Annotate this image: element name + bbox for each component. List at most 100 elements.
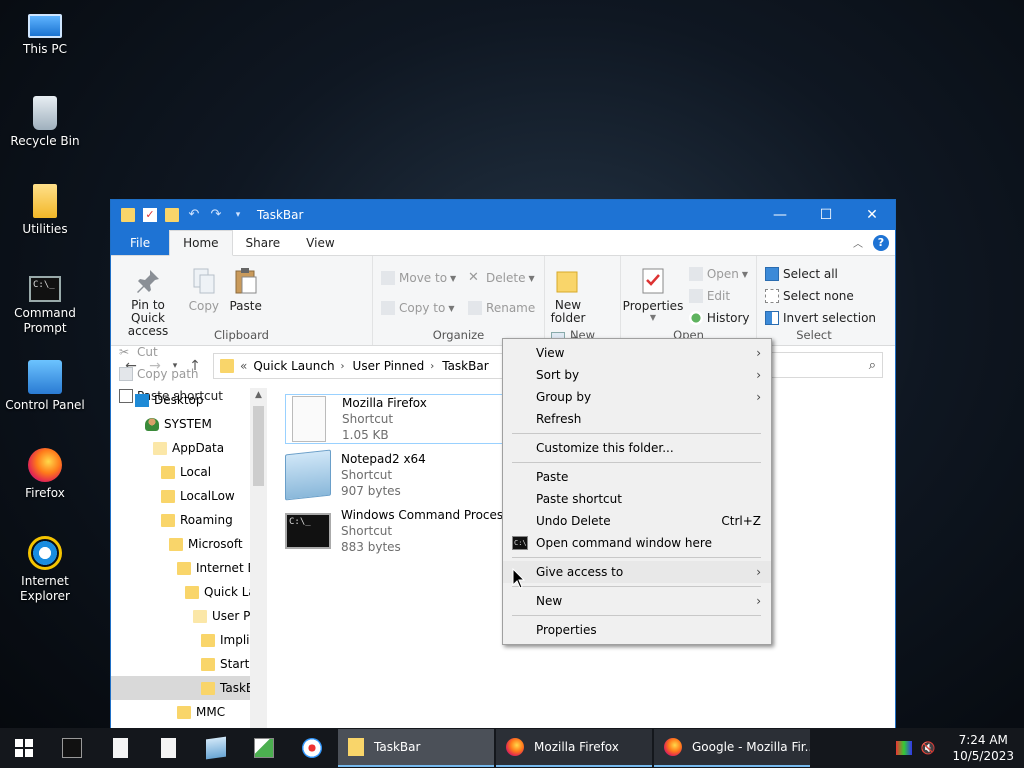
new-folder-button[interactable]: New folder	[549, 266, 587, 325]
desktop-icon-recycle-bin[interactable]: Recycle Bin	[2, 96, 88, 149]
volume-muted-icon[interactable]: 🔇	[920, 741, 936, 755]
menu-item-new[interactable]: New ›	[503, 590, 771, 612]
tree-item-locallow[interactable]: LocalLow	[111, 484, 267, 508]
move-to-button[interactable]: Move to ▼	[381, 270, 456, 286]
breadcrumb-separator-icon[interactable]: ›	[430, 361, 434, 372]
select-all-button[interactable]: Select all	[765, 266, 876, 282]
tree-item-roaming[interactable]: Roaming	[111, 508, 267, 532]
properties-check-icon[interactable]: ✓	[143, 208, 157, 222]
undo-icon[interactable]: ↶	[187, 208, 201, 222]
desktop-icon-firefox[interactable]: Firefox	[2, 448, 88, 501]
menu-item-open-command-window[interactable]: C:\ Open command window here	[503, 532, 771, 554]
tree-item-implicit[interactable]: Implic	[111, 628, 267, 652]
tab-home[interactable]: Home	[169, 230, 233, 256]
taskbar-app-label: TaskBar	[374, 740, 421, 754]
search-box[interactable]: ⌕	[768, 352, 883, 378]
taskbar-pin-document-2[interactable]	[144, 728, 192, 768]
keyboard-shortcut: Ctrl+Z	[721, 514, 761, 528]
tree-item-system[interactable]: SYSTEM	[111, 412, 267, 436]
tree-item-desktop[interactable]: Desktop	[111, 388, 267, 412]
scrollbar-thumb[interactable]	[253, 406, 264, 486]
tree-item-internet-explorer[interactable]: Internet Ex	[111, 556, 267, 580]
taskbar-pin-paint[interactable]	[288, 728, 336, 768]
desktop-icon-control-panel[interactable]: Control Panel	[2, 360, 88, 413]
maximize-button[interactable]: ☐	[803, 200, 849, 230]
tree-item-mmc[interactable]: MMC	[111, 700, 267, 724]
copy-to-button[interactable]: Copy to ▼	[381, 300, 456, 316]
history-button[interactable]: History	[688, 310, 750, 326]
window-title: TaskBar	[257, 208, 304, 222]
paste-button[interactable]: Paste	[227, 266, 265, 313]
menu-item-customize-folder[interactable]: Customize this folder...	[503, 437, 771, 459]
menu-separator	[512, 462, 761, 463]
menu-item-refresh[interactable]: Refresh	[503, 408, 771, 430]
tab-share[interactable]: Share	[233, 230, 294, 255]
collapse-ribbon-icon[interactable]: ︿	[853, 235, 863, 250]
menu-item-properties[interactable]: Properties	[503, 619, 771, 641]
invert-selection-button[interactable]: Invert selection	[765, 310, 876, 326]
taskbar-pin-document[interactable]	[96, 728, 144, 768]
menu-item-give-access-to[interactable]: Give access to ›	[503, 561, 771, 583]
breadcrumb-user-pinned[interactable]: User Pinned	[353, 359, 425, 373]
desktop-icon-internet-explorer[interactable]: Internet Explorer	[2, 536, 88, 604]
edit-button[interactable]: Edit	[688, 288, 750, 304]
task-manager-icon	[254, 738, 274, 758]
taskbar-pin-command-prompt[interactable]	[48, 728, 96, 768]
tab-file[interactable]: File	[111, 230, 170, 255]
scroll-up-icon[interactable]: ▲	[250, 390, 267, 400]
minimize-button[interactable]: —	[757, 200, 803, 230]
delete-label: Delete	[486, 271, 526, 285]
taskbar-app-google-firefox[interactable]: Google - Mozilla Fir...	[654, 729, 810, 767]
tree-item-local[interactable]: Local	[111, 460, 267, 484]
address-overflow[interactable]: «	[240, 359, 247, 373]
menu-item-undo-delete[interactable]: Undo Delete Ctrl+Z	[503, 510, 771, 532]
menu-label: View	[536, 346, 565, 360]
breadcrumb-separator-icon[interactable]: ›	[341, 361, 345, 372]
tree-item-taskbar[interactable]: TaskB	[111, 676, 267, 700]
tree-item-user-pinned[interactable]: User Pi	[111, 604, 267, 628]
help-icon[interactable]: ?	[873, 234, 889, 251]
cut-button[interactable]: ✂ Cut	[119, 344, 223, 360]
menu-item-group-by[interactable]: Group by ›	[503, 386, 771, 408]
display-icon[interactable]	[896, 741, 913, 755]
select-none-button[interactable]: Select none	[765, 288, 876, 304]
taskbar-app-taskbar-explorer[interactable]: TaskBar	[338, 729, 494, 767]
menu-item-paste[interactable]: Paste	[503, 466, 771, 488]
tree-item-startmenu[interactable]: StartM	[111, 652, 267, 676]
open-button[interactable]: Open ▼	[688, 266, 750, 282]
desktop-icon-label: Internet Explorer	[20, 574, 70, 603]
menu-item-view[interactable]: View ›	[503, 342, 771, 364]
computer-icon	[28, 14, 62, 38]
redo-icon[interactable]: ↷	[209, 208, 223, 222]
menu-item-sort-by[interactable]: Sort by ›	[503, 364, 771, 386]
new-folder-icon[interactable]	[165, 208, 179, 222]
start-button[interactable]	[0, 728, 48, 768]
taskbar-pin-task-manager[interactable]	[240, 728, 288, 768]
navigation-scrollbar[interactable]: ▲	[250, 388, 267, 728]
tree-label: Roaming	[180, 513, 233, 527]
copy-button[interactable]: Copy	[185, 266, 223, 313]
tree-item-microsoft[interactable]: Microsoft	[111, 532, 267, 556]
delete-button[interactable]: ✕ Delete ▼	[468, 270, 535, 286]
tree-item-appdata[interactable]: AppData	[111, 436, 267, 460]
tab-view[interactable]: View	[293, 230, 347, 255]
close-button[interactable]: ✕	[849, 200, 895, 230]
rename-button[interactable]: Rename	[468, 300, 535, 316]
menu-item-paste-shortcut[interactable]: Paste shortcut	[503, 488, 771, 510]
title-bar[interactable]: ✓ ↶ ↷ ▾ TaskBar — ☐ ✕	[111, 200, 895, 230]
breadcrumb-taskbar[interactable]: TaskBar	[442, 359, 488, 373]
taskbar-pin-notepad[interactable]	[192, 728, 240, 768]
copy-path-button[interactable]: Copy path	[119, 366, 223, 382]
tree-item-quick-launch[interactable]: Quick La	[111, 580, 267, 604]
folder-icon	[121, 208, 135, 222]
paste-label: Paste	[229, 299, 262, 313]
clock[interactable]: 7:24 AM 10/5/2023	[944, 732, 1024, 764]
properties-button[interactable]: Properties ▼	[623, 266, 683, 322]
taskbar-app-mozilla-firefox[interactable]: Mozilla Firefox	[496, 729, 652, 767]
context-menu: View › Sort by › Group by › Refresh Customi…	[502, 338, 772, 645]
breadcrumb-quick-launch[interactable]: Quick Launch	[253, 359, 334, 373]
desktop-icon-utilities[interactable]: Utilities	[2, 184, 88, 237]
customize-quick-access-icon[interactable]: ▾	[231, 208, 245, 222]
desktop-icon-this-pc[interactable]: This PC	[2, 8, 88, 57]
desktop-icon-command-prompt[interactable]: C:\_ Command Prompt	[2, 272, 88, 336]
